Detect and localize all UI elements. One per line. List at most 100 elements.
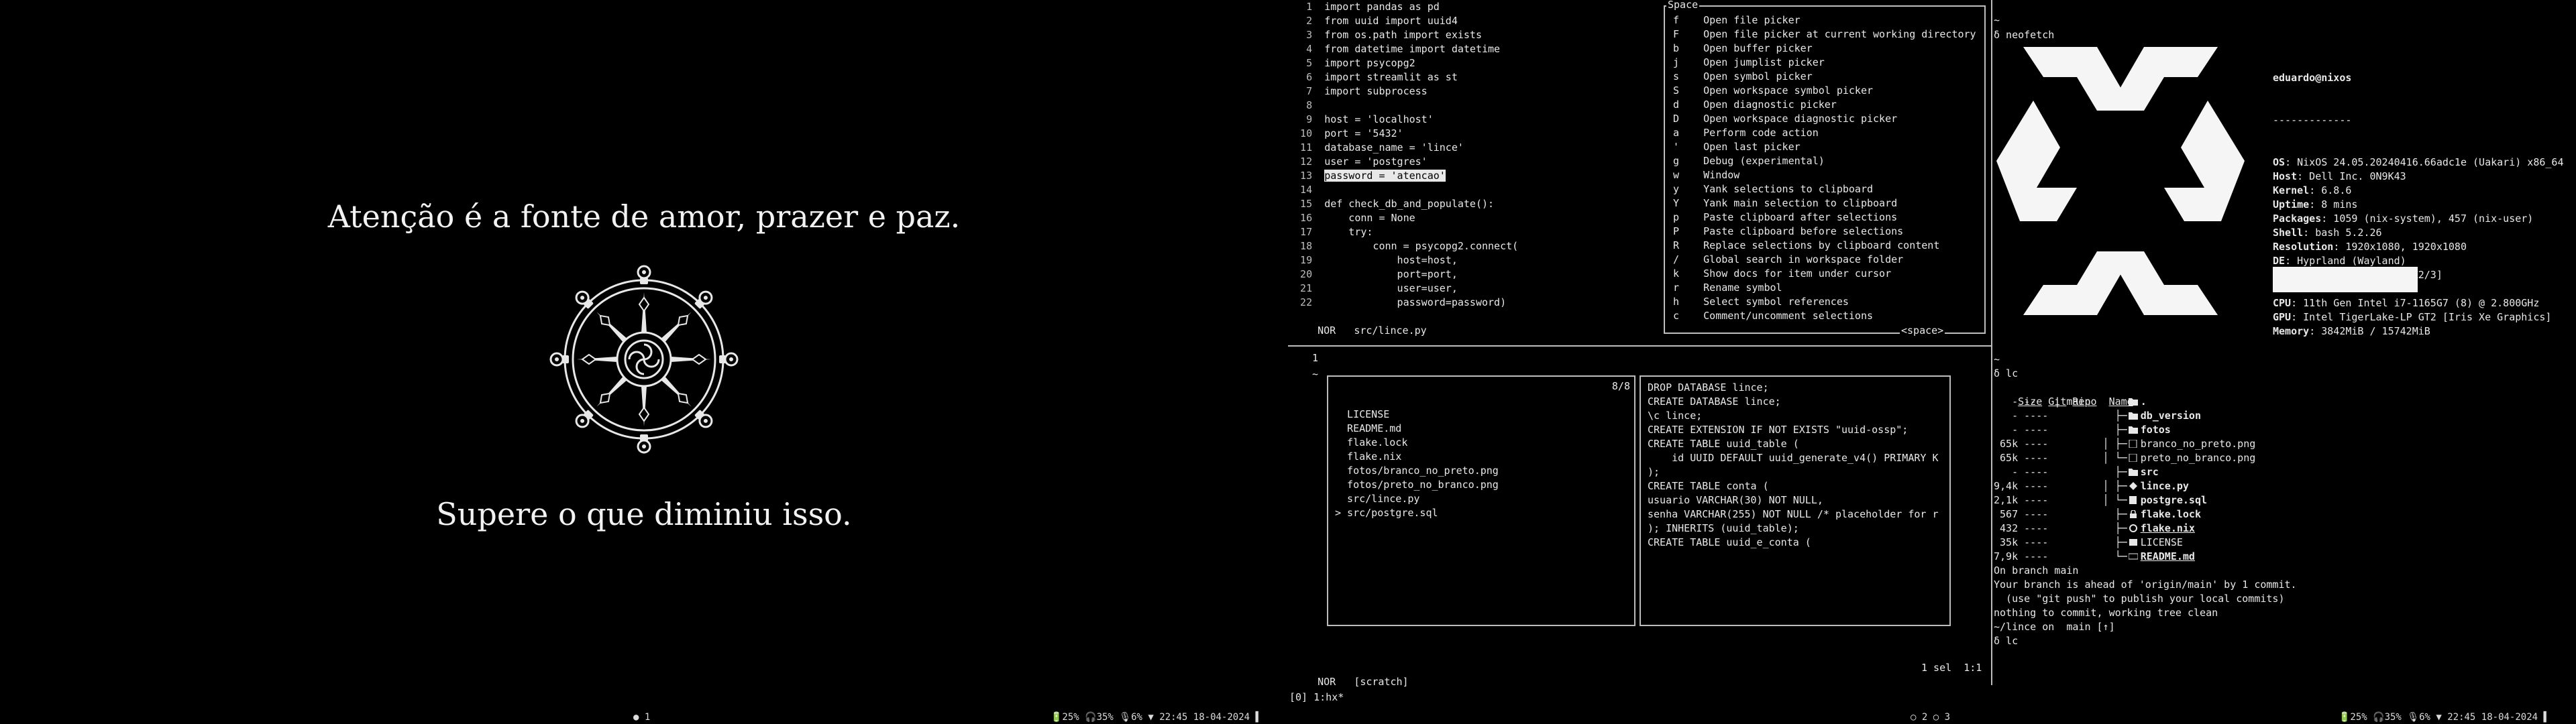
editor-line[interactable]: 5 import psycopg2 bbox=[1288, 56, 1518, 70]
lc-row[interactable]: - ---- ├─ src bbox=[1994, 465, 2255, 479]
lc-row[interactable]: - ---- ├─ fotos bbox=[1994, 423, 2255, 437]
space-menu-item[interactable]: d Open diagnostic picker bbox=[1673, 98, 1976, 112]
space-menu-item[interactable]: S Open workspace symbol picker bbox=[1673, 84, 1976, 98]
lc-row[interactable]: 2,1k ---- │ └─ postgre.sql bbox=[1994, 493, 2255, 507]
space-menu-item[interactable]: p Paste clipboard after selections bbox=[1673, 210, 1976, 225]
lc-name[interactable]: postgre.sql bbox=[2141, 494, 2207, 506]
editor-line-text[interactable]: from os.path import exists bbox=[1324, 29, 1482, 41]
lc-name[interactable]: preto_no_branco.png bbox=[2141, 452, 2256, 464]
space-menu-item[interactable]: r Rename symbol bbox=[1673, 281, 1976, 295]
space-menu-item[interactable]: j Open jumplist picker bbox=[1673, 56, 1976, 70]
lc-row[interactable]: 9,4k ---- │ ├─ lince.py bbox=[1994, 479, 2255, 493]
workspace-indicator-right[interactable]: ○ 2 ○ 3 bbox=[1911, 711, 1950, 724]
picker-file-item[interactable]: fotos/branco_no_preto.png bbox=[1335, 464, 1499, 478]
picker-file-item[interactable]: flake.nix bbox=[1335, 450, 1499, 464]
editor-line[interactable]: 15 def check_db_and_populate(): bbox=[1288, 197, 1518, 211]
editor-line-text[interactable]: try: bbox=[1324, 226, 1373, 238]
editor-line-text[interactable]: conn = None bbox=[1324, 212, 1415, 224]
picker-file-list[interactable]: LICENSE README.md flake.lock flake.nix f… bbox=[1335, 408, 1499, 520]
lc-name[interactable]: . bbox=[2141, 396, 2147, 408]
lc-row[interactable]: 432 ---- ├─ flake.nix bbox=[1994, 522, 2255, 536]
lc-name[interactable]: branco_no_preto.png bbox=[2141, 438, 2256, 450]
editor-line[interactable]: 7 import subprocess bbox=[1288, 84, 1518, 99]
lc-name[interactable]: fotos bbox=[2141, 424, 2171, 436]
space-menu-item[interactable]: s Open symbol picker bbox=[1673, 70, 1976, 84]
editor-line-text[interactable]: import pandas as pd bbox=[1324, 1, 1440, 13]
space-menu-popup[interactable]: Space f Open file picker F Open file pick… bbox=[1664, 0, 1986, 337]
editor-line-text[interactable]: def check_db_and_populate(): bbox=[1324, 198, 1494, 210]
editor-line-text[interactable]: user=user, bbox=[1324, 282, 1458, 294]
space-menu-item[interactable]: w Window bbox=[1673, 168, 1976, 182]
lc-row[interactable]: 65k ---- │ ├─ branco_no_preto.png bbox=[1994, 437, 2255, 451]
space-menu-list[interactable]: f Open file picker F Open file picker at … bbox=[1673, 13, 1976, 323]
editor-line[interactable]: 14 bbox=[1288, 183, 1518, 197]
lc-row[interactable]: 65k ---- │ └─ preto_no_branco.png bbox=[1994, 451, 2255, 465]
editor-line-text[interactable]: from datetime import datetime bbox=[1324, 43, 1500, 55]
pane-divider-vertical[interactable] bbox=[1991, 0, 1992, 685]
editor-line[interactable]: 16 conn = None bbox=[1288, 211, 1518, 225]
space-menu-item[interactable]: h Select symbol references bbox=[1673, 295, 1976, 309]
editor-line[interactable]: 6 import streamlit as st bbox=[1288, 70, 1518, 84]
editor-line[interactable]: 11 database_name = 'lince' bbox=[1288, 141, 1518, 155]
editor-line-text[interactable]: host = 'localhost' bbox=[1324, 113, 1434, 125]
picker-file-item[interactable]: LICENSE bbox=[1335, 408, 1499, 422]
space-menu-item[interactable]: k Show docs for item under cursor bbox=[1673, 267, 1976, 281]
space-menu-item[interactable]: ' Open last picker bbox=[1673, 140, 1976, 154]
lc-name[interactable]: src bbox=[2141, 466, 2159, 478]
editor-buffer[interactable]: 1 import pandas as pd 2 from uuid import… bbox=[1288, 0, 1518, 310]
file-picker-list[interactable]: 8/8 LICENSE README.md flake.lock flake.n… bbox=[1327, 375, 1635, 626]
editor-line-text[interactable]: import psycopg2 bbox=[1324, 57, 1415, 69]
workspace-indicator[interactable]: ● 1 bbox=[633, 711, 650, 724]
lc-name[interactable]: flake.nix bbox=[2141, 522, 2195, 534]
lc-row[interactable]: - ---- ├─ db_version bbox=[1994, 409, 2255, 423]
space-menu-item[interactable]: a Perform code action bbox=[1673, 126, 1976, 140]
lc-name[interactable]: flake.lock bbox=[2141, 508, 2201, 520]
space-menu-item[interactable]: f Open file picker bbox=[1673, 13, 1976, 27]
space-menu-item[interactable]: D Open workspace diagnostic picker bbox=[1673, 112, 1976, 126]
editor-line-text[interactable]: host=host, bbox=[1324, 254, 1458, 266]
space-menu-item[interactable]: R Replace selections by clipboard conten… bbox=[1673, 239, 1976, 253]
picker-file-item[interactable]: README.md bbox=[1335, 422, 1499, 436]
editor-line-text[interactable]: password=password) bbox=[1324, 296, 1507, 308]
picker-file-item[interactable]: flake.lock bbox=[1335, 436, 1499, 450]
picker-file-item[interactable]: fotos/preto_no_branco.png bbox=[1335, 478, 1499, 492]
editor-line[interactable]: 18 conn = psycopg2.connect( bbox=[1288, 239, 1518, 253]
editor-line[interactable]: 1 import pandas as pd bbox=[1288, 0, 1518, 14]
picker-file-item[interactable]: > src/postgre.sql bbox=[1335, 506, 1499, 520]
lc-name[interactable]: db_version bbox=[2141, 410, 2201, 422]
editor-line[interactable]: 21 user=user, bbox=[1288, 282, 1518, 296]
editor-line[interactable]: 13 password = 'atencao' bbox=[1288, 169, 1518, 183]
space-menu-item[interactable]: F Open file picker at current working di… bbox=[1673, 27, 1976, 42]
editor-line[interactable]: 12 user = 'postgres' bbox=[1288, 155, 1518, 169]
lc-row[interactable]: 7,9k ---- └─ README.md bbox=[1994, 550, 2255, 564]
editor-line[interactable]: 10 port = '5432' bbox=[1288, 127, 1518, 141]
space-menu-item[interactable]: b Open buffer picker bbox=[1673, 42, 1976, 56]
space-menu-item[interactable]: c Comment/uncomment selections bbox=[1673, 309, 1976, 323]
editor-line[interactable]: 2 from uuid import uuid4 bbox=[1288, 14, 1518, 28]
space-menu-item[interactable]: Y Yank main selection to clipboard bbox=[1673, 196, 1976, 210]
editor-line-text[interactable]: user = 'postgres' bbox=[1324, 156, 1428, 168]
lc-file-tree[interactable]: - -- | main . - ---- ├─ db_version - ----… bbox=[1994, 395, 2255, 564]
editor-line[interactable]: 17 try: bbox=[1288, 225, 1518, 239]
space-menu-item[interactable]: / Global search in workspace folder bbox=[1673, 253, 1976, 267]
lc-row[interactable]: 35k ---- ├─ LICENSE bbox=[1994, 536, 2255, 550]
space-menu-item[interactable]: y Yank selections to clipboard bbox=[1673, 182, 1976, 196]
editor-line[interactable]: 22 password=password) bbox=[1288, 296, 1518, 310]
space-menu-item[interactable]: g Debug (experimental) bbox=[1673, 154, 1976, 168]
editor-line[interactable]: 19 host=host, bbox=[1288, 253, 1518, 267]
lc-pane[interactable]: ~ δ lc Size Git Repo Name - -- | main . … bbox=[1994, 353, 2576, 684]
editor-line[interactable]: 4 from datetime import datetime bbox=[1288, 42, 1518, 56]
editor-line-text[interactable]: password = 'atencao' bbox=[1324, 170, 1446, 182]
lc-name[interactable]: LICENSE bbox=[2141, 536, 2183, 548]
editor-line[interactable]: 20 port=port, bbox=[1288, 267, 1518, 282]
lc-row[interactable]: 567 ---- ├─ flake.lock bbox=[1994, 507, 2255, 522]
editor-line-text[interactable]: conn = psycopg2.connect( bbox=[1324, 240, 1518, 252]
picker-file-item[interactable]: src/lince.py bbox=[1335, 492, 1499, 506]
editor-line-text[interactable]: port=port, bbox=[1324, 268, 1458, 280]
editor-line[interactable]: 3 from os.path import exists bbox=[1288, 28, 1518, 42]
editor-line-text[interactable]: import streamlit as st bbox=[1324, 71, 1458, 83]
editor-line-text[interactable]: from uuid import uuid4 bbox=[1324, 15, 1458, 27]
editor-line[interactable]: 8 bbox=[1288, 99, 1518, 113]
editor-line-text[interactable]: port = '5432' bbox=[1324, 127, 1403, 139]
lc-row[interactable]: - -- | main . bbox=[1994, 395, 2255, 409]
